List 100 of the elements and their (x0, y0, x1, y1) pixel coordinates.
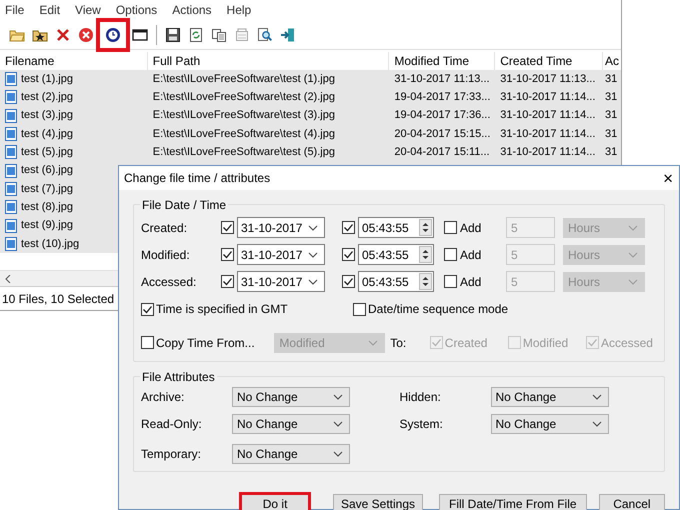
dialog-button[interactable]: Cancel (598, 494, 665, 510)
field-label: To: (390, 334, 408, 352)
dialog-title: Change file time / attributes (124, 170, 270, 187)
field-label: Accessed: (141, 274, 198, 290)
field-label: Modified: (141, 246, 191, 264)
checkbox-label: Accessed (600, 334, 653, 352)
menu-item[interactable]: Actions (171, 1, 213, 19)
table-cell-text: 20-04-2017 15:15... (394, 126, 490, 142)
dialog-button[interactable]: Fill Date/Time From File (438, 494, 587, 510)
table-row[interactable]: test (1).jpg E:\test\ILoveFreeSoftware\test (1).jpg 31-10-2017 11:13... 31-10-2017 11:13... 31 (0, 70, 621, 88)
column-header[interactable]: Ac (603, 52, 621, 70)
menu-item[interactable]: View (74, 1, 102, 19)
table-cell-text: 31-10-2017 11:14... (500, 90, 596, 106)
window-icon[interactable] (132, 26, 148, 42)
table-row[interactable]: test (4).jpg E:\test\ILoveFreeSoftware\test (4).jpg 20-04-2017 15:15... 31-10-2017 11:14... 31 (0, 124, 621, 144)
dropdown-caret-icon (368, 340, 378, 346)
field-label: System: (400, 416, 444, 433)
checkbox-label: Add (460, 274, 482, 290)
spinner-icon[interactable] (419, 273, 432, 290)
checkbox[interactable] (221, 248, 234, 261)
table-cell-text: 31-10-2017 11:13... (500, 72, 596, 87)
spinner-icon[interactable] (419, 219, 432, 236)
time-field[interactable]: 05:43:55 (358, 217, 434, 238)
table-cell-text: 31-10-2017 11:13... (394, 72, 490, 87)
table-row[interactable]: test (3).jpg E:\test\ILoveFreeSoftware\test (3).jpg 19-04-2017 17:36... 31-10-2017 11:14... 31 (0, 106, 621, 125)
table-cell-text: E:\test\ILoveFreeSoftware\test (1).jpg (152, 72, 335, 87)
table-row[interactable]: test (2).jpg E:\test\ILoveFreeSoftware\test (2).jpg 19-04-2017 17:33... 31-10-2017 11:14... 31 (0, 88, 621, 107)
field-label: Temporary: (141, 446, 202, 463)
table-cell-text: test (4).jpg (21, 126, 73, 142)
table-cell-text: test (3).jpg (21, 108, 73, 124)
menu-item[interactable]: Options (114, 1, 158, 19)
image-file-icon (5, 200, 17, 214)
date-picker[interactable]: 31-10-2017 (237, 244, 325, 265)
dropdown-caret-icon (308, 224, 318, 230)
image-file-icon (5, 218, 17, 233)
cross-icon[interactable] (55, 26, 71, 42)
image-file-icon (5, 72, 17, 86)
checkbox[interactable] (342, 221, 355, 234)
checkbox[interactable] (141, 302, 154, 316)
close-button[interactable]: × (661, 170, 675, 186)
dropdown-caret-icon (592, 421, 602, 427)
table-cell-text: 31 (605, 145, 618, 160)
table-cell-text: 31 (605, 90, 618, 106)
field-label: Created: (141, 220, 188, 236)
dropdown-caret-icon (333, 421, 343, 427)
dropdown-caret-icon (592, 394, 602, 400)
time-field[interactable]: 05:43:55 (358, 271, 434, 292)
checkbox[interactable] (342, 275, 355, 288)
time-field[interactable]: 05:43:55 (358, 244, 434, 265)
field-label: Read-Only: (141, 416, 203, 433)
menu-item[interactable]: Edit (38, 1, 62, 19)
table-cell-text: E:\test\ILoveFreeSoftware\test (4).jpg (152, 126, 335, 142)
attribute-dropdown[interactable]: No Change (232, 414, 350, 434)
field-label: Archive: (141, 389, 186, 406)
refresh-document-icon[interactable] (188, 26, 204, 42)
menu-item[interactable]: File (4, 1, 26, 19)
table-cell-text: test (1).jpg (21, 72, 73, 87)
checkbox[interactable] (444, 248, 457, 261)
status-bar-text: 10 Files, 10 Selected (2, 290, 114, 308)
attribute-dropdown[interactable]: No Change (490, 387, 608, 407)
dialog-button[interactable]: Do it (239, 492, 312, 510)
image-file-icon (5, 127, 17, 142)
checkbox-label: Created (444, 334, 488, 352)
attribute-dropdown[interactable]: No Change (490, 414, 608, 434)
table-cell-text: E:\test\ILoveFreeSoftware\test (5).jpg (152, 145, 335, 160)
table-cell-text: test (10).jpg (21, 236, 80, 252)
date-picker[interactable]: 31-10-2017 (237, 217, 325, 238)
image-file-icon (5, 90, 17, 104)
table-cell-text: 31 (605, 72, 618, 87)
checkbox[interactable] (444, 275, 457, 288)
clock-icon[interactable] (105, 26, 121, 42)
spinner-icon[interactable] (419, 246, 432, 263)
dropdown-caret-icon (308, 252, 318, 258)
table-cell-text: 31-10-2017 11:14... (500, 145, 596, 160)
checkbox[interactable] (342, 248, 355, 261)
table-cell-text: test (5).jpg (21, 145, 73, 160)
checkbox[interactable] (221, 275, 234, 288)
dropdown-caret-icon (308, 278, 318, 284)
table-cell-text: 20-04-2017 15:11... (394, 145, 490, 160)
checkbox[interactable] (353, 302, 366, 316)
table-cell-text: 31-10-2017 11:14... (500, 108, 596, 124)
scroll-left-icon[interactable] (5, 274, 11, 282)
attribute-dropdown[interactable]: No Change (232, 387, 350, 407)
table-row[interactable]: test (5).jpg E:\test\ILoveFreeSoftware\test (5).jpg 20-04-2017 15:11... 31-10-2017 11:14... 31 (0, 143, 621, 162)
checkbox[interactable] (444, 221, 457, 234)
highlighted-tool-frame[interactable] (96, 18, 130, 52)
copy-documents-icon[interactable] (211, 26, 227, 42)
stop-icon[interactable] (78, 26, 94, 42)
image-file-icon (5, 182, 17, 196)
date-picker[interactable]: 31-10-2017 (237, 271, 325, 292)
checkbox[interactable] (221, 221, 234, 234)
attribute-dropdown[interactable]: No Change (232, 444, 350, 464)
exit-door-icon[interactable] (280, 26, 296, 42)
table-cell-text: 31 (605, 108, 618, 124)
checkbox-label: Modified (522, 334, 568, 352)
checkbox[interactable] (141, 336, 154, 349)
table-cell-text: test (9).jpg (21, 218, 73, 234)
menu-item[interactable]: Help (226, 1, 252, 19)
checkbox-label: Date/time sequence mode (368, 301, 508, 318)
magnifier-document-icon[interactable] (257, 26, 273, 42)
